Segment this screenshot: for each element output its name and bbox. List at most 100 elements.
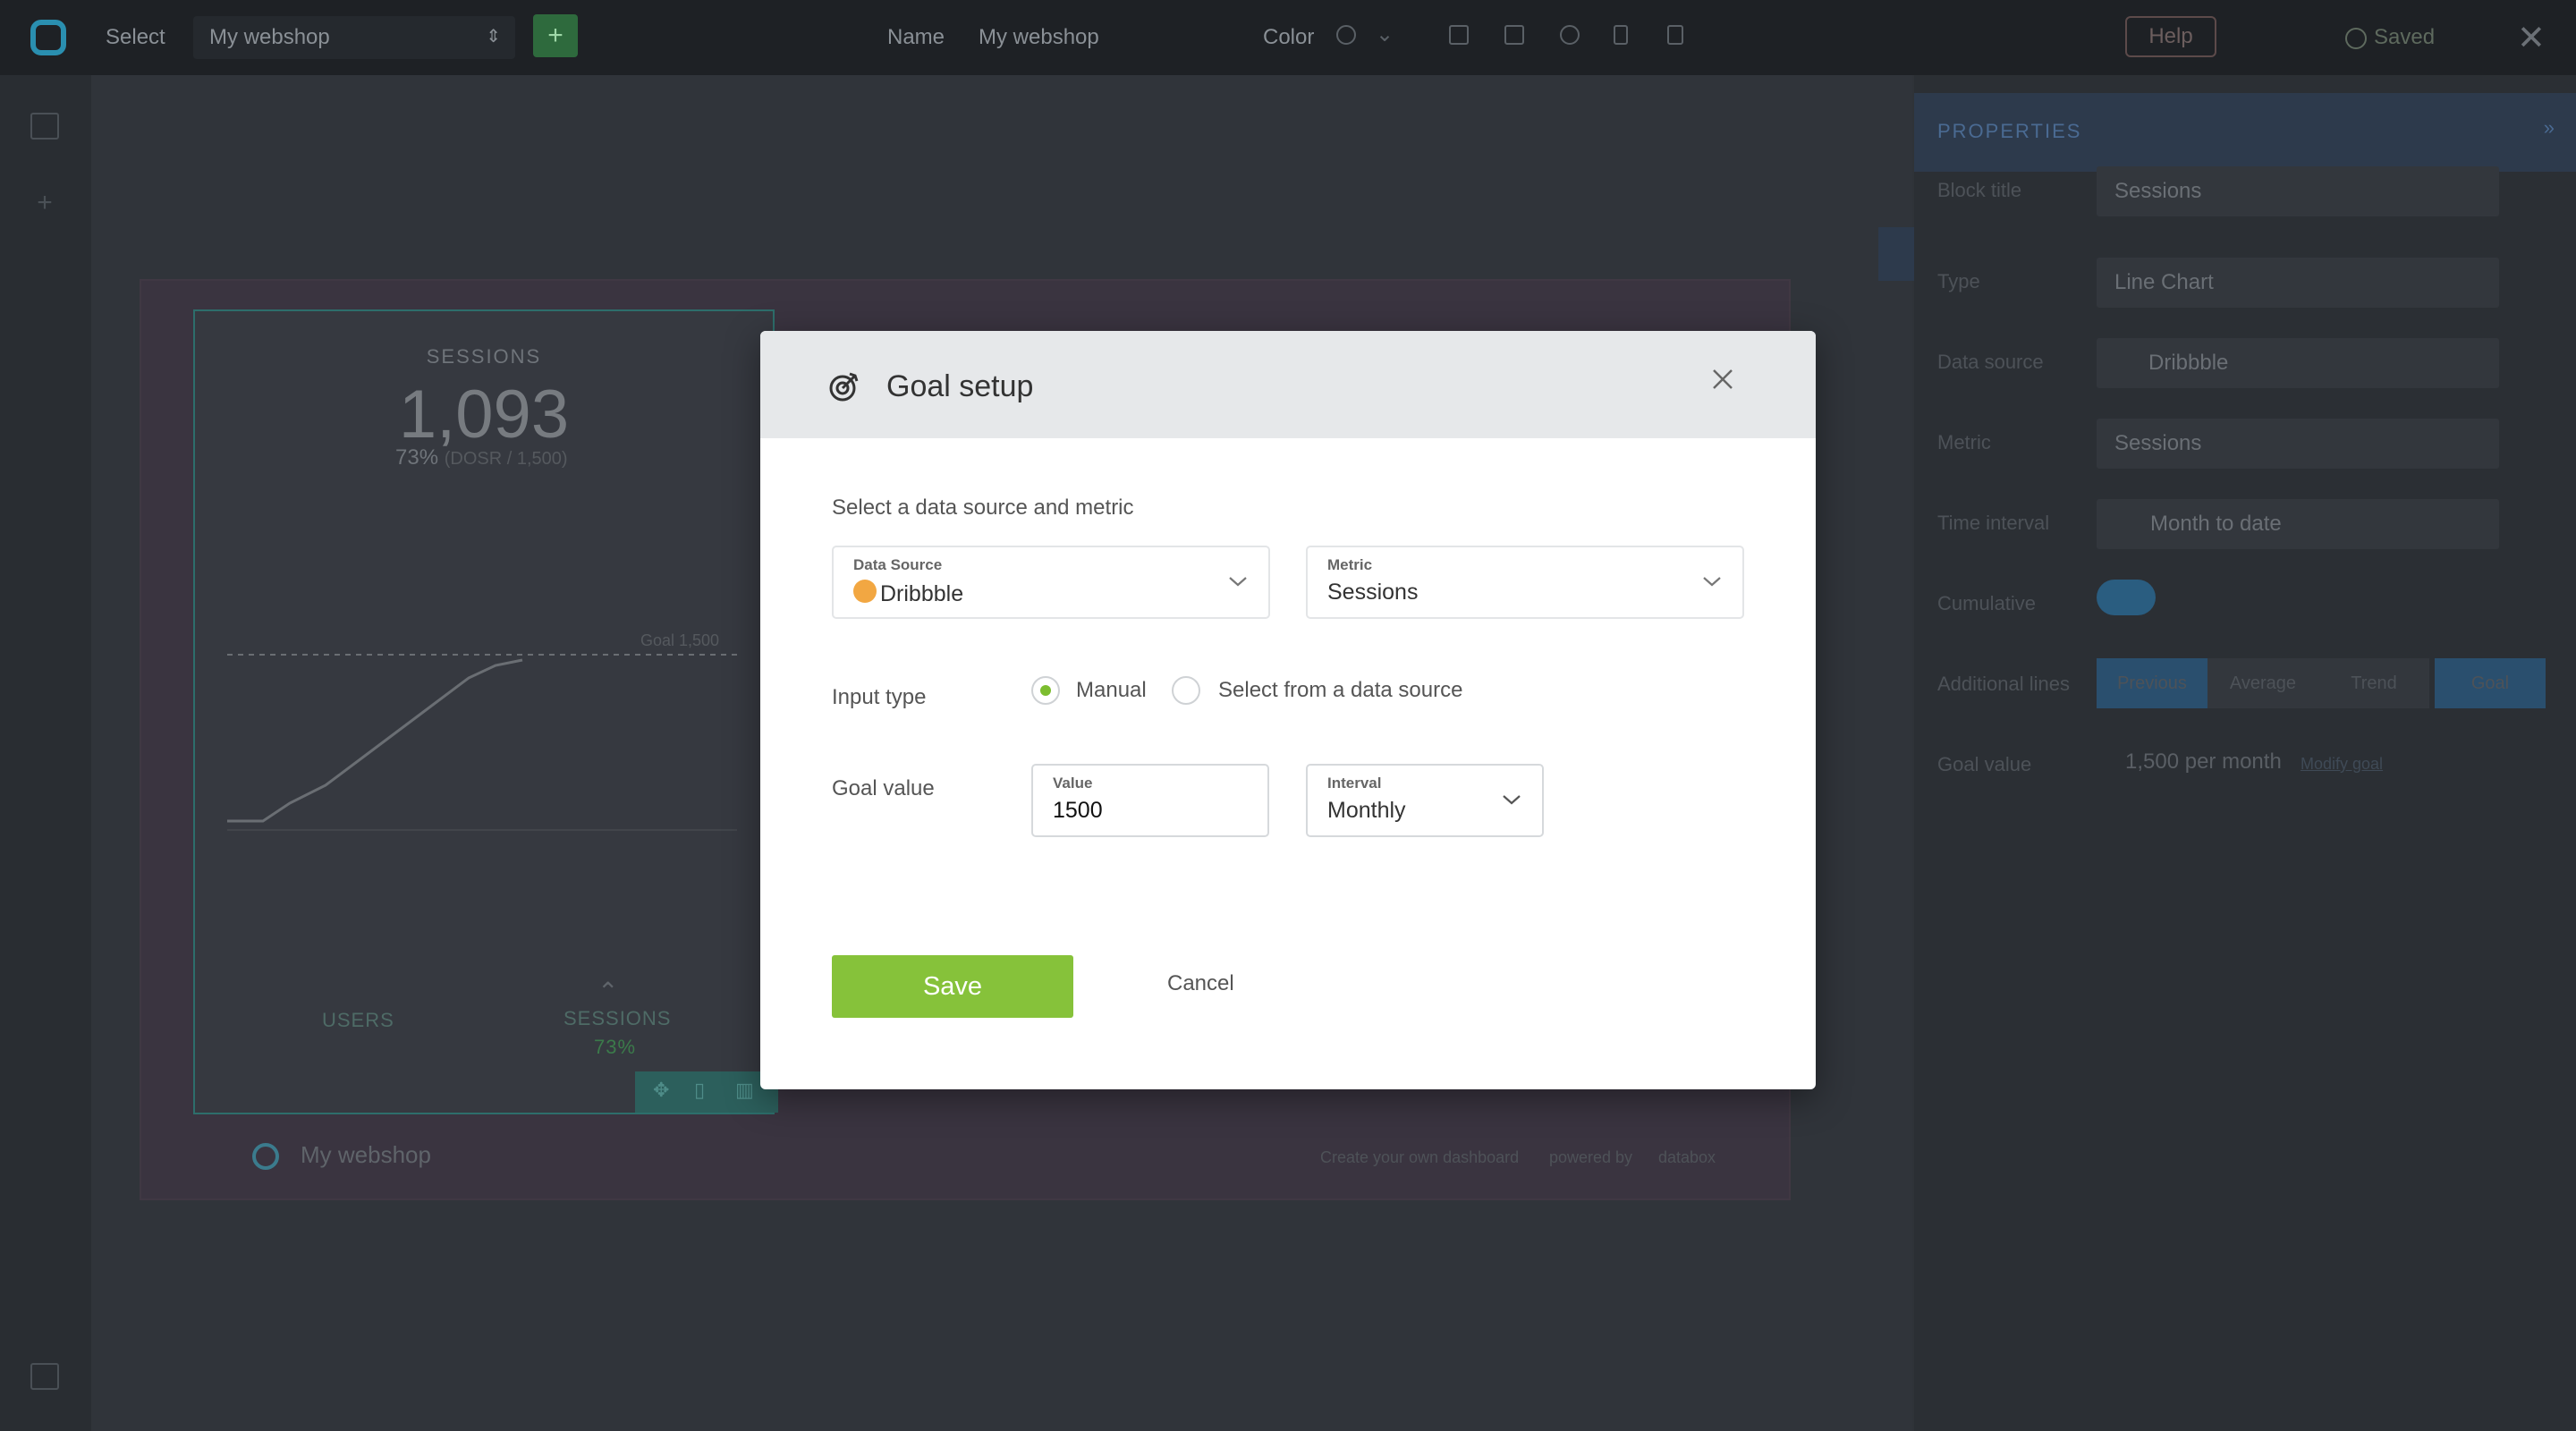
widget-line-chart: Goal 1,500 — [227, 631, 737, 831]
input-type-label: Input type — [832, 685, 927, 709]
type-select[interactable]: Line Chart — [2097, 258, 2499, 308]
dashboard-name-field[interactable]: My webshop — [979, 25, 1099, 50]
name-label: Name — [887, 25, 945, 49]
interval-field-label: Interval — [1327, 775, 1382, 792]
delete-icon[interactable]: ▥ — [735, 1079, 754, 1102]
section-label: Select a data source and metric — [832, 495, 1134, 520]
copy-icon[interactable]: ▯ — [694, 1079, 705, 1102]
block-title-label: Block title — [1937, 179, 2022, 201]
data-source-value-text: Dribbble — [880, 581, 964, 606]
segment-average[interactable]: Average — [2207, 658, 2318, 708]
goal-value-input[interactable]: Value 1500 — [1031, 764, 1269, 837]
properties-header: PROPERTIES » — [1914, 93, 2576, 172]
dashboard-select[interactable]: My webshop ⇕ — [193, 16, 515, 59]
desktop-view-icon[interactable] — [1449, 25, 1469, 45]
properties-panel: PROPERTIES » Block title Sessions Type L… — [1878, 75, 2576, 1431]
chevron-down-icon — [1703, 577, 1721, 587]
tv-view-icon[interactable] — [1504, 25, 1524, 45]
add-block-button[interactable]: + — [533, 14, 578, 57]
goal-setup-modal: Goal setup Select a data source and metr… — [760, 331, 1816, 1089]
add-icon[interactable]: + — [30, 190, 59, 218]
interval-value: Monthly — [1327, 798, 1406, 823]
radio-manual-label[interactable]: Manual — [1076, 678, 1147, 703]
data-source-value: Dribbble — [853, 580, 963, 607]
target-icon — [829, 372, 859, 402]
value-field-value[interactable]: 1500 — [1053, 798, 1103, 824]
app-logo-icon[interactable] — [30, 20, 66, 55]
footer-databox: databox — [1658, 1148, 1716, 1166]
trash-icon[interactable] — [1667, 25, 1683, 45]
footer-powered-by: powered by — [1549, 1148, 1633, 1166]
footer-brand: My webshop — [252, 1141, 431, 1171]
value-field-label: Value — [1053, 775, 1093, 792]
segment-goal[interactable]: Goal — [2435, 658, 2546, 708]
widget-pct-note: (DOSR / 1,500) — [444, 449, 568, 469]
chevron-down-icon[interactable]: ⌄ — [1376, 21, 1395, 47]
chevron-up-icon[interactable]: ⌃ — [597, 977, 618, 1006]
data-source-dropdown[interactable]: Data Source Dribbble — [832, 546, 1270, 619]
close-icon[interactable] — [1705, 361, 1741, 397]
brand-logo-icon — [252, 1143, 279, 1171]
radio-select-from-data-source[interactable] — [1172, 676, 1200, 705]
data-source-label: Data source — [1937, 351, 2044, 373]
help-button[interactable]: Help — [2125, 16, 2216, 57]
mobile-view-icon[interactable] — [1614, 25, 1628, 45]
dashboard-select-value: My webshop — [209, 25, 330, 49]
widget-pct-value: 73% — [395, 445, 439, 470]
saved-status: Saved — [2345, 25, 2435, 50]
properties-tab-icon[interactable] — [1878, 227, 1914, 281]
close-editor-icon[interactable]: ✕ — [2517, 18, 2546, 58]
sessions-series-line — [227, 658, 523, 823]
modify-goal-link[interactable]: Modify goal — [2301, 755, 2383, 774]
goal-value-label: Goal value — [832, 776, 935, 800]
dribbble-icon — [853, 580, 877, 603]
radio-manual[interactable] — [1031, 676, 1060, 705]
metric-select[interactable]: Sessions — [2097, 419, 2499, 469]
modal-header: Goal setup — [760, 331, 1816, 438]
metric-label: Metric — [1937, 431, 1991, 453]
preview-icon[interactable] — [30, 1363, 59, 1390]
saved-label: Saved — [2374, 25, 2436, 49]
segment-previous[interactable]: Previous — [2097, 658, 2207, 708]
goal-value-text: 1,500 per month — [2125, 749, 2282, 774]
select-arrows-icon: ⇕ — [486, 27, 501, 47]
collapse-panel-icon[interactable]: » — [2544, 116, 2556, 140]
block-title-field[interactable]: Sessions — [2097, 166, 2499, 216]
layouts-icon[interactable] — [30, 113, 59, 140]
bottom-sessions-label: SESSIONS — [564, 1007, 672, 1029]
metric-field-label: Metric — [1327, 556, 1373, 573]
chevron-down-icon — [1229, 577, 1247, 587]
bottom-users-label: USERS — [322, 1009, 394, 1031]
left-rail: + — [0, 75, 91, 1431]
bottom-sessions-pct: 73% — [594, 1036, 637, 1058]
widget-big-value: 1,093 — [398, 377, 570, 453]
modal-title: Goal setup — [886, 369, 1034, 403]
cancel-button[interactable]: Cancel — [1167, 971, 1234, 996]
cumulative-label: Cumulative — [1937, 592, 2037, 614]
move-icon[interactable]: ✥ — [653, 1079, 669, 1102]
top-bar: Select My webshop ⇕ + Name My webshop Co… — [0, 0, 2576, 75]
sessions-widget[interactable]: SESSIONS 1,093 73% (DOSR / 1,500) Goal 1… — [193, 309, 778, 1114]
cumulative-toggle[interactable] — [2097, 580, 2156, 615]
segment-trend[interactable]: Trend — [2318, 658, 2429, 708]
chevron-down-icon — [1503, 795, 1521, 805]
color-label: Color — [1263, 25, 1315, 49]
properties-title: PROPERTIES — [1937, 120, 2082, 142]
type-label: Type — [1937, 270, 1980, 292]
data-source-field-label: Data Source — [853, 556, 943, 573]
time-interval-select[interactable]: Month to date — [2097, 499, 2499, 549]
additional-lines-label: Additional lines — [1937, 673, 2070, 695]
interval-dropdown[interactable]: Interval Monthly — [1306, 764, 1544, 837]
widget-title: SESSIONS — [426, 345, 542, 368]
footer-create-link[interactable]: Create your own dashboard — [1320, 1148, 1519, 1167]
goal-value-label: Goal value — [1937, 753, 2032, 775]
color-swatch-icon[interactable] — [1336, 25, 1356, 45]
save-button[interactable]: Save — [832, 955, 1073, 1018]
radio-select-from-data-source-label[interactable]: Select from a data source — [1218, 678, 1462, 703]
settings-gear-icon[interactable] — [1560, 25, 1580, 45]
time-interval-label: Time interval — [1937, 512, 2050, 534]
goal-line-label: Goal 1,500 — [640, 631, 719, 649]
data-source-select[interactable]: Dribbble — [2097, 338, 2499, 388]
metric-dropdown[interactable]: Metric Sessions — [1306, 546, 1744, 619]
select-label: Select — [106, 25, 165, 49]
